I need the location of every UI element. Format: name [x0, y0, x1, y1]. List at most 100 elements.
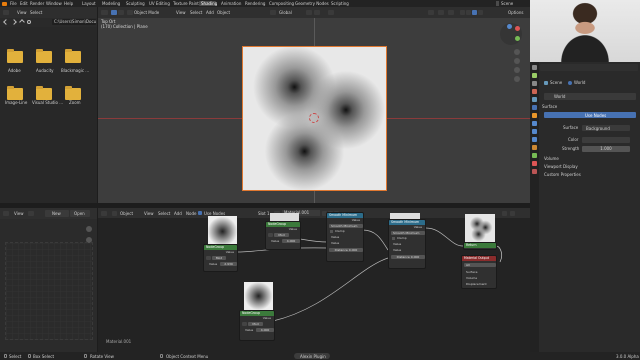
node-value-field[interactable]: 4.000: [282, 239, 300, 243]
vp-menu-add[interactable]: Add: [206, 11, 214, 15]
ie-menu-view[interactable]: View: [14, 212, 24, 216]
zoom-icon[interactable]: [514, 49, 520, 55]
path-field[interactable]: C:\Users\Simon\Docum...: [52, 19, 96, 25]
folder-label[interactable]: Image-Line: [5, 101, 27, 105]
clamp-checkbox[interactable]: [392, 237, 395, 240]
folder-icon[interactable]: [65, 49, 81, 63]
material-output-node[interactable]: Material Output All Surface Volume Displ…: [461, 255, 497, 289]
fb-menu-select[interactable]: Select: [30, 11, 42, 15]
folder-icon[interactable]: [36, 86, 52, 100]
tab-modeling[interactable]: Modeling: [102, 1, 120, 6]
tab-layout[interactable]: Layout: [82, 1, 96, 6]
blender-logo-icon[interactable]: [2, 1, 7, 6]
return-node[interactable]: Return: [463, 242, 497, 250]
navigation-gizmo[interactable]: [500, 23, 522, 45]
folder-label[interactable]: Visual Studio ...: [32, 101, 63, 105]
custom-properties-panel-header[interactable]: Custom Properties: [544, 173, 581, 177]
tool-tab-icon[interactable]: [532, 65, 537, 70]
folder-label[interactable]: Adobe: [8, 69, 21, 73]
transform-orientation-icon[interactable]: [270, 10, 276, 15]
vp-menu-view[interactable]: View: [176, 11, 186, 15]
object-mode-dropdown[interactable]: Object Mode: [134, 11, 159, 15]
editor-type-icon[interactable]: [101, 10, 108, 15]
node-value-field[interactable]: 4.000: [256, 328, 274, 332]
operation-dropdown[interactable]: Smooth Minimum: [391, 231, 425, 235]
node-group-datablock[interactable]: Mod: [248, 322, 263, 326]
smooth-minimum-node-1[interactable]: Smooth Minimum Value Smooth Minimum Clam…: [326, 212, 364, 262]
surface-dropdown[interactable]: Background: [582, 125, 630, 131]
parent-dir-icon[interactable]: [19, 19, 25, 25]
tab-sculpting[interactable]: Sculpting: [126, 1, 145, 6]
tab-animation[interactable]: Animation: [221, 1, 241, 6]
view-layer-tab-icon[interactable]: [532, 89, 537, 94]
world-tab-icon[interactable]: [532, 105, 537, 110]
menu-file[interactable]: File: [10, 1, 17, 6]
editor-type-icon[interactable]: [3, 10, 9, 15]
strength-field[interactable]: 1.000: [582, 146, 630, 152]
vp-menu-select[interactable]: Select: [190, 11, 202, 15]
node-group-datablock[interactable]: Mod: [274, 233, 289, 237]
material-tab-icon[interactable]: [532, 161, 537, 166]
volume-panel-header[interactable]: Volume: [544, 157, 559, 161]
node-group-2[interactable]: NodeGroup Value Mod Value 4.000: [265, 221, 301, 250]
node-tree-icon[interactable]: [206, 256, 211, 260]
tab-compositing[interactable]: Compositing: [269, 1, 294, 6]
scene-tab-icon[interactable]: [532, 97, 537, 102]
node-group-datablock[interactable]: Mod: [212, 256, 226, 260]
constraints-tab-icon[interactable]: [532, 145, 537, 150]
use-nodes-button[interactable]: Use Nodes: [544, 112, 636, 118]
clamp-checkbox[interactable]: [330, 230, 333, 233]
snap-icon[interactable]: [314, 10, 320, 15]
camera-view-icon[interactable]: [514, 67, 520, 73]
shading-solid-icon[interactable]: [466, 10, 471, 15]
folder-icon[interactable]: [7, 49, 23, 63]
zoom-icon[interactable]: [86, 226, 92, 232]
world-selector[interactable]: World: [544, 93, 636, 100]
distance-field[interactable]: Distance 0.000: [391, 255, 425, 259]
axis-z-icon[interactable]: [507, 24, 512, 29]
refresh-icon[interactable]: [27, 20, 31, 24]
tab-scripting[interactable]: Scripting: [331, 1, 349, 6]
shading-rendered-icon[interactable]: [478, 10, 483, 15]
physics-tab-icon[interactable]: [532, 137, 537, 142]
gizmo-icon[interactable]: [438, 10, 444, 15]
distance-field[interactable]: Distance 0.000: [329, 248, 363, 252]
node-value-field[interactable]: 2.939: [220, 262, 237, 266]
orientation-dropdown[interactable]: Global: [279, 11, 292, 15]
pivot-icon[interactable]: [306, 10, 312, 15]
fb-menu-view[interactable]: View: [17, 11, 27, 15]
open-image-button[interactable]: Open: [70, 210, 90, 217]
tab-shading[interactable]: Shading: [201, 1, 217, 6]
node-group-1[interactable]: NodeGroup Value Mod Value 2.939: [203, 244, 238, 272]
menu-window[interactable]: Window: [46, 1, 62, 6]
folder-label[interactable]: Zoom: [69, 101, 81, 105]
menu-edit[interactable]: Edit: [20, 1, 28, 6]
surface-panel-header[interactable]: Surface: [542, 105, 557, 109]
perspective-toggle-icon[interactable]: [514, 76, 520, 82]
properties-search-field[interactable]: [540, 64, 638, 71]
editor-type-icon[interactable]: [3, 211, 9, 216]
pan-icon[interactable]: [514, 58, 520, 64]
render-tab-icon[interactable]: [532, 73, 537, 78]
folder-icon[interactable]: [36, 49, 52, 63]
visibility-icon[interactable]: [428, 10, 434, 15]
modifier-tab-icon[interactable]: [532, 121, 537, 126]
folder-label[interactable]: Blackmagic ...: [61, 69, 89, 73]
vp-menu-object[interactable]: Object: [217, 11, 230, 15]
viewport-display-panel-header[interactable]: Viewport Display: [544, 165, 578, 169]
menu-help[interactable]: Help: [64, 1, 73, 6]
node-editor[interactable]: Object View Select Add Node Use Nodes Sl…: [98, 208, 530, 352]
tab-geometry-nodes[interactable]: Geometry Nodes: [295, 1, 329, 6]
select-tool-icon[interactable]: [111, 10, 117, 15]
object-tab-icon[interactable]: [532, 113, 537, 118]
object-mode-icon[interactable]: [127, 10, 133, 15]
overlay-icon[interactable]: [448, 10, 454, 15]
tweak-tool-icon[interactable]: [118, 10, 124, 15]
image-browse-icon[interactable]: [28, 211, 34, 216]
smooth-minimum-node-2[interactable]: Smooth Minimum Value Smooth Minimum Clam…: [388, 219, 426, 269]
node-tree-icon[interactable]: [268, 233, 273, 237]
color-swatch[interactable]: [582, 137, 630, 143]
tab-rendering[interactable]: Rendering: [245, 1, 265, 6]
back-arrow-icon[interactable]: [3, 19, 9, 25]
texture-tab-icon[interactable]: [532, 169, 537, 174]
